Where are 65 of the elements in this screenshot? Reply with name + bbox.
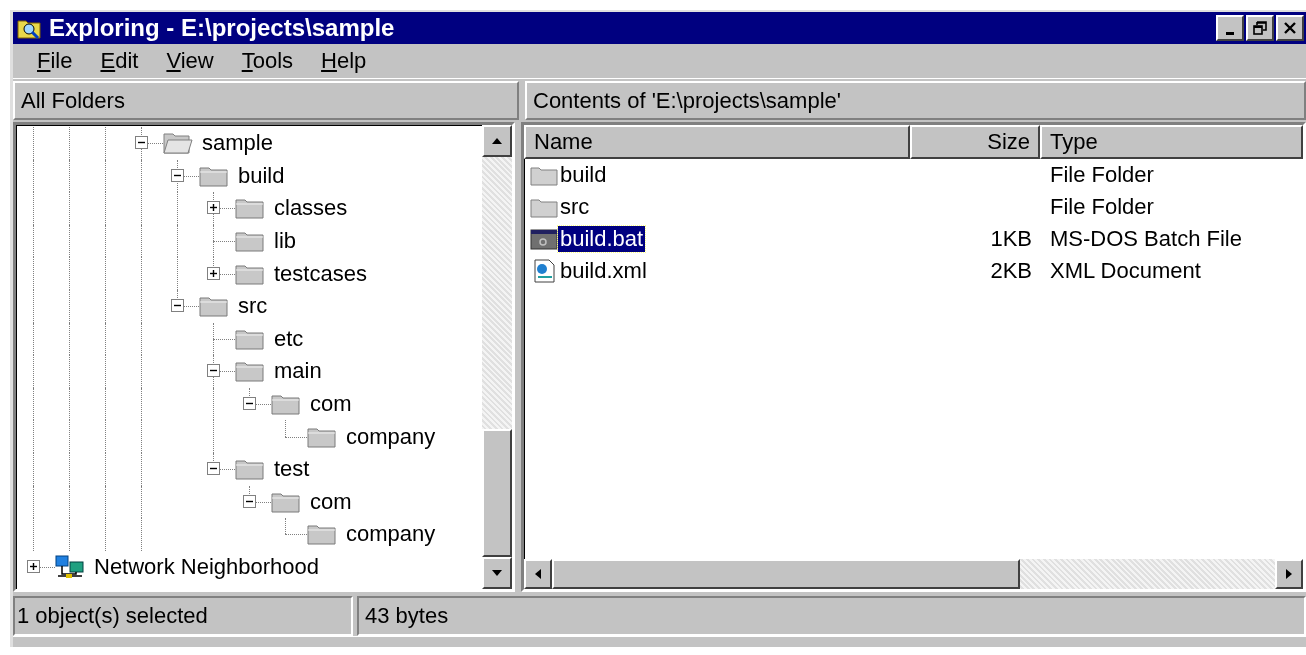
left-arrow-icon	[534, 568, 542, 580]
status-text: 1 object(s) selected	[13, 596, 353, 636]
expand-icon[interactable]	[27, 560, 40, 573]
collapse-icon[interactable]	[207, 462, 220, 476]
scroll-up-button[interactable]	[482, 125, 512, 157]
restore-icon	[1253, 21, 1267, 35]
pane-header: All Folders	[13, 81, 519, 120]
tree-item[interactable]: company	[344, 423, 438, 450]
status-text: 43 bytes	[357, 596, 1306, 636]
minimize-icon	[1226, 31, 1234, 35]
collapse-icon[interactable]	[207, 364, 220, 378]
expand-icon[interactable]	[207, 201, 220, 215]
file-name[interactable]: src	[558, 194, 592, 220]
column-header[interactable]: Name	[524, 125, 910, 159]
network-icon	[54, 554, 86, 580]
pane-header: Contents of 'E:\projects\sample'	[525, 81, 1306, 120]
file-type: XML Document	[1050, 258, 1201, 283]
collapse-icon[interactable]	[243, 397, 256, 411]
tree-item[interactable]: etc	[272, 325, 306, 352]
tree-item[interactable]: testcases	[272, 260, 369, 287]
scrollbar-thumb[interactable]	[552, 559, 1020, 589]
file-type: MS-DOS Batch File	[1050, 226, 1242, 251]
tree-item[interactable]: com	[308, 488, 354, 515]
close-button[interactable]	[1276, 15, 1304, 41]
menu-item[interactable]: View	[152, 48, 228, 74]
collapse-icon[interactable]	[171, 168, 184, 182]
menu-item[interactable]: File	[23, 48, 87, 74]
scroll-down-button[interactable]	[482, 557, 512, 589]
tree-item[interactable]: classes	[272, 195, 350, 222]
up-arrow-icon	[491, 137, 503, 145]
file-name[interactable]: build	[558, 162, 609, 188]
file-name[interactable]: build.bat	[558, 226, 646, 252]
file-type: File Folder	[1050, 162, 1154, 187]
tree-item[interactable]: src	[236, 293, 270, 320]
down-arrow-icon	[491, 569, 503, 577]
tree-item[interactable]: sample	[200, 130, 275, 157]
column-header[interactable]: Type	[1040, 125, 1303, 159]
menu-item[interactable]: Tools	[227, 48, 308, 74]
restore-button[interactable]	[1246, 15, 1274, 41]
collapse-icon[interactable]	[243, 494, 256, 508]
tree-item[interactable]: test	[272, 456, 312, 483]
tree-item[interactable]: build	[236, 162, 287, 189]
collapse-icon[interactable]	[171, 299, 184, 313]
file-name[interactable]: build.xml	[558, 258, 649, 284]
file-size: 1KB	[990, 226, 1032, 251]
minimize-button[interactable]	[1216, 15, 1244, 41]
right-arrow-icon	[1285, 568, 1293, 580]
menu-item[interactable]: Help	[307, 48, 381, 74]
tree-item[interactable]: lib	[272, 228, 298, 255]
tree-item[interactable]: com	[308, 391, 354, 418]
scroll-left-button[interactable]	[524, 559, 552, 589]
scrollbar-thumb[interactable]	[482, 429, 512, 557]
tree-item[interactable]: Network Neighborhood	[92, 554, 322, 580]
window-title: Exploring - E:\projects\sample	[49, 14, 396, 42]
batch-file-icon	[530, 227, 558, 251]
menu-item[interactable]: Edit	[86, 48, 153, 74]
scroll-right-button[interactable]	[1275, 559, 1303, 589]
file-type: File Folder	[1050, 194, 1154, 219]
tree-item[interactable]: company	[344, 521, 438, 548]
expand-icon[interactable]	[207, 266, 220, 280]
file-size: 2KB	[990, 258, 1032, 283]
column-header[interactable]: Size	[910, 125, 1040, 159]
close-icon	[1283, 21, 1297, 35]
collapse-icon[interactable]	[135, 136, 148, 150]
tree-item[interactable]: main	[272, 358, 324, 385]
